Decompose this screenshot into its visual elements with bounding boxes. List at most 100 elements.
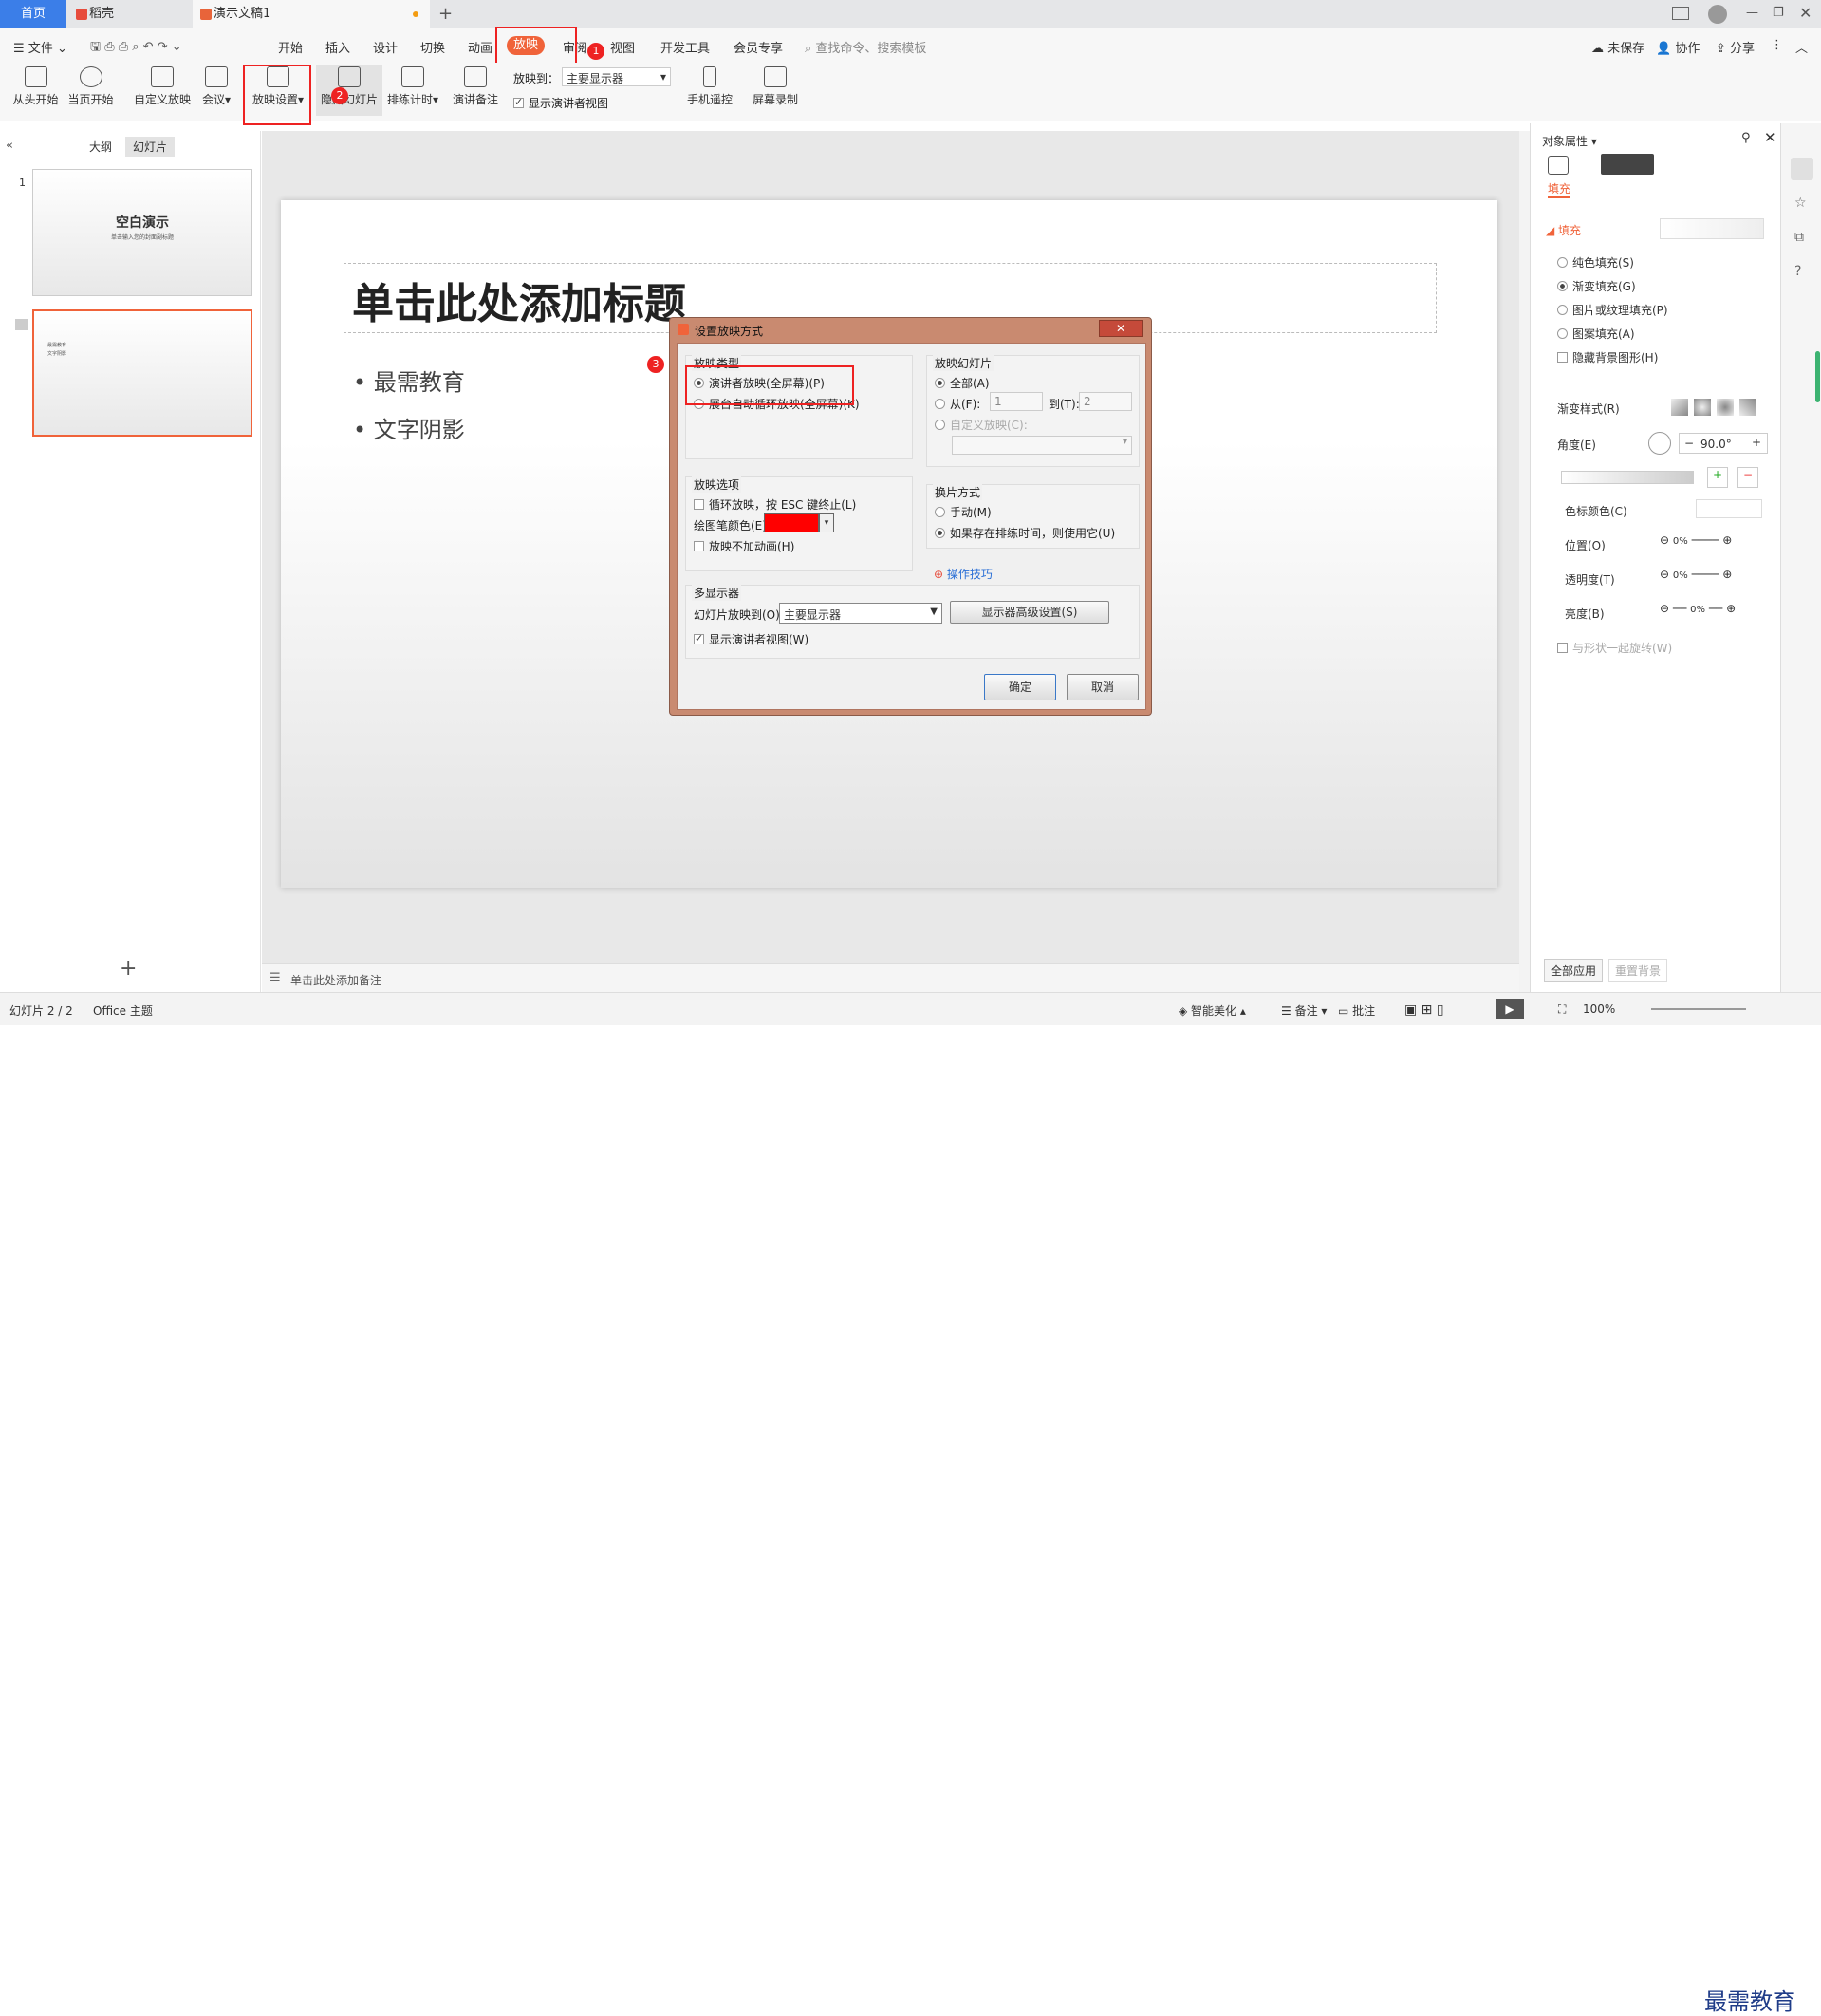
tips-link[interactable]: ⊕ 操作技巧 bbox=[934, 566, 993, 582]
delete-stop-icon[interactable]: − bbox=[1737, 467, 1758, 488]
ok-button[interactable]: 确定 bbox=[984, 674, 1056, 700]
slide-bullet-1[interactable]: • 最需教育 bbox=[353, 364, 465, 397]
menu-insert[interactable]: 插入 bbox=[325, 38, 350, 56]
tab-slides[interactable]: 幻灯片 bbox=[125, 137, 176, 157]
zoom-slider[interactable] bbox=[1651, 1008, 1746, 1010]
from-start-button[interactable]: 从头开始 bbox=[9, 66, 62, 107]
new-tab-button[interactable]: + bbox=[438, 4, 453, 24]
pin-icon[interactable]: ⚲ bbox=[1741, 131, 1751, 145]
menu-animation[interactable]: 动画 bbox=[468, 38, 492, 56]
layout-icon[interactable] bbox=[1672, 7, 1689, 20]
add-stop-icon[interactable]: + bbox=[1707, 467, 1728, 488]
avatar[interactable] bbox=[1708, 5, 1727, 24]
canvas-scrollbar[interactable] bbox=[1519, 131, 1530, 992]
angle-stepper[interactable]: − 90.0° + bbox=[1679, 433, 1768, 454]
to-spinner[interactable]: 2 bbox=[1079, 392, 1132, 411]
from-current-button[interactable]: 当页开始 bbox=[65, 66, 117, 107]
manual-radio[interactable]: 手动(M) bbox=[935, 504, 992, 520]
show-presenter-checkbox[interactable]: 显示演讲者视图(W) bbox=[694, 631, 808, 647]
transparency-slider[interactable]: ⊖ 0% ──── ⊕ bbox=[1660, 568, 1764, 581]
meeting-button[interactable]: 会议▾ bbox=[197, 66, 235, 107]
collapse-ribbon-icon[interactable]: ︿ bbox=[1795, 38, 1808, 56]
play-to-select[interactable]: 主要显示器 ▾ bbox=[562, 67, 671, 86]
panel-title[interactable]: 对象属性 ▾ bbox=[1542, 133, 1597, 149]
gradient-fill-radio[interactable]: 渐变填充(G) bbox=[1557, 278, 1636, 294]
file-menu[interactable]: ☰ 文件 ⌄ bbox=[13, 38, 67, 56]
phone-remote-button[interactable]: 手机遥控 bbox=[686, 66, 734, 107]
pen-color-swatch[interactable] bbox=[764, 513, 819, 532]
pen-color-dropdown[interactable]: ▾ bbox=[819, 513, 834, 532]
gradient-bar[interactable] bbox=[1561, 471, 1694, 484]
notes-bar[interactable]: ☰ 单击此处添加备注 bbox=[262, 963, 1519, 992]
solid-fill-radio[interactable]: 纯色填充(S) bbox=[1557, 254, 1634, 271]
collab-button[interactable]: 👤 协作 bbox=[1656, 38, 1700, 56]
picture-fill-radio[interactable]: 图片或纹理填充(P) bbox=[1557, 302, 1668, 318]
menu-member[interactable]: 会员专享 bbox=[734, 38, 783, 56]
slide-thumb-1[interactable]: 空白演示 单击输入您的封面副标题 bbox=[32, 169, 252, 296]
tab-fill[interactable]: 填充 bbox=[1548, 180, 1571, 198]
minimize-icon[interactable]: — bbox=[1746, 6, 1758, 20]
tab-home[interactable]: 首页 bbox=[0, 0, 66, 28]
quick-access-icons[interactable]: 🖫 ⎙ ⎙ ⌕ ↶ ↷ ⌄ bbox=[90, 38, 182, 59]
menu-view[interactable]: 视图 bbox=[610, 38, 635, 56]
view-mode-icons[interactable]: ▣ ⊞ ▯ bbox=[1404, 1002, 1444, 1017]
hide-bg-checkbox[interactable]: 隐藏背景图形(H) bbox=[1557, 349, 1658, 365]
panel-close-icon[interactable]: ✕ bbox=[1764, 129, 1776, 146]
cancel-button[interactable]: 取消 bbox=[1067, 674, 1139, 700]
gradient-style-options[interactable] bbox=[1671, 399, 1770, 416]
search-box[interactable]: ⌕ 查找命令、搜索模板 bbox=[805, 38, 926, 56]
tab-document[interactable]: 演示文稿1 bbox=[193, 0, 430, 28]
beautify-button[interactable]: ◈ 智能美化 ▴ bbox=[1179, 1002, 1246, 1018]
pin-star-icon[interactable]: ☆ bbox=[1794, 196, 1807, 211]
slide-bullet-2[interactable]: • 文字阴影 bbox=[353, 411, 465, 444]
all-slides-radio[interactable]: 全部(A) bbox=[935, 375, 990, 391]
comments-toggle[interactable]: ▭ 批注 bbox=[1338, 1002, 1375, 1018]
tab-outline[interactable]: 大纲 bbox=[89, 139, 112, 155]
from-radio[interactable]: 从(F): bbox=[935, 396, 980, 412]
unsaved-button[interactable]: ☁ 未保存 bbox=[1591, 38, 1644, 56]
use-timing-radio[interactable]: 如果存在排练时间，则使用它(U) bbox=[935, 525, 1115, 541]
custom-show-button[interactable]: 自定义放映 bbox=[131, 66, 194, 107]
custom-show-select[interactable]: ▾ bbox=[952, 436, 1132, 455]
presenter-view-checkbox[interactable]: 显示演讲者视图 bbox=[513, 95, 608, 111]
hide-slide-button[interactable]: 隐藏幻灯片 bbox=[316, 65, 382, 116]
properties-icon[interactable] bbox=[1791, 158, 1813, 180]
fill-section-toggle[interactable]: ◢ 填充 bbox=[1546, 222, 1581, 238]
brightness-slider[interactable]: ⊖ ── 0% ── ⊕ bbox=[1660, 602, 1764, 615]
effects-tab-icon[interactable] bbox=[1601, 154, 1654, 175]
screen-record-button[interactable]: 屏幕录制 bbox=[750, 66, 801, 107]
copy-icon[interactable]: ⧉ bbox=[1794, 230, 1804, 245]
notes-toggle[interactable]: ☰ 备注 ▾ bbox=[1281, 1002, 1327, 1018]
tab-daoke[interactable]: 稻壳 bbox=[68, 0, 190, 28]
menu-developer[interactable]: 开发工具 bbox=[660, 38, 710, 56]
theme-name[interactable]: Office 主题 bbox=[93, 1002, 153, 1018]
custom-show-radio[interactable]: 自定义放映(C): bbox=[935, 417, 1028, 433]
play-on-select[interactable]: 主要显示器 ▼ bbox=[779, 603, 942, 624]
reset-bg-button[interactable]: 重置背景 bbox=[1608, 959, 1668, 982]
pattern-fill-radio[interactable]: 图案填充(A) bbox=[1557, 326, 1635, 342]
fill-preview-select[interactable] bbox=[1660, 218, 1764, 239]
fit-icon[interactable]: ⛶ bbox=[1558, 1002, 1566, 1017]
from-spinner[interactable]: 1 bbox=[990, 392, 1043, 411]
restore-icon[interactable]: ❐ bbox=[1773, 6, 1784, 20]
more-icon[interactable]: ⋮ bbox=[1771, 38, 1783, 52]
menu-design[interactable]: 设计 bbox=[373, 38, 398, 56]
close-icon[interactable]: ✕ bbox=[1799, 4, 1812, 22]
slide-thumb-2[interactable]: 最需教育 文字阴影 bbox=[32, 309, 252, 437]
rehearse-button[interactable]: 排练计时▾ bbox=[384, 66, 441, 107]
speaker-notes-button[interactable]: 演讲备注 bbox=[450, 66, 501, 107]
collapse-panel-icon[interactable]: « bbox=[6, 139, 13, 153]
monitor-advanced-button[interactable]: 显示器高级设置(S) bbox=[950, 601, 1109, 624]
rotate-with-shape-checkbox[interactable]: 与形状一起旋转(W) bbox=[1557, 640, 1672, 656]
play-button[interactable]: ▶ bbox=[1496, 999, 1524, 1019]
help-icon[interactable]: ? bbox=[1794, 264, 1801, 279]
no-animation-checkbox[interactable]: 放映不加动画(H) bbox=[694, 538, 794, 554]
dialog-close-button[interactable]: ✕ bbox=[1099, 320, 1143, 337]
apply-all-button[interactable]: 全部应用 bbox=[1544, 959, 1604, 982]
fill-bucket-icon[interactable] bbox=[1548, 156, 1569, 175]
zoom-level[interactable]: 100% bbox=[1583, 1002, 1615, 1016]
menu-start[interactable]: 开始 bbox=[278, 38, 303, 56]
menu-transition[interactable]: 切换 bbox=[420, 38, 445, 56]
add-slide-button[interactable]: + bbox=[120, 957, 137, 980]
position-slider[interactable]: ⊖ 0% ──── ⊕ bbox=[1660, 533, 1764, 547]
